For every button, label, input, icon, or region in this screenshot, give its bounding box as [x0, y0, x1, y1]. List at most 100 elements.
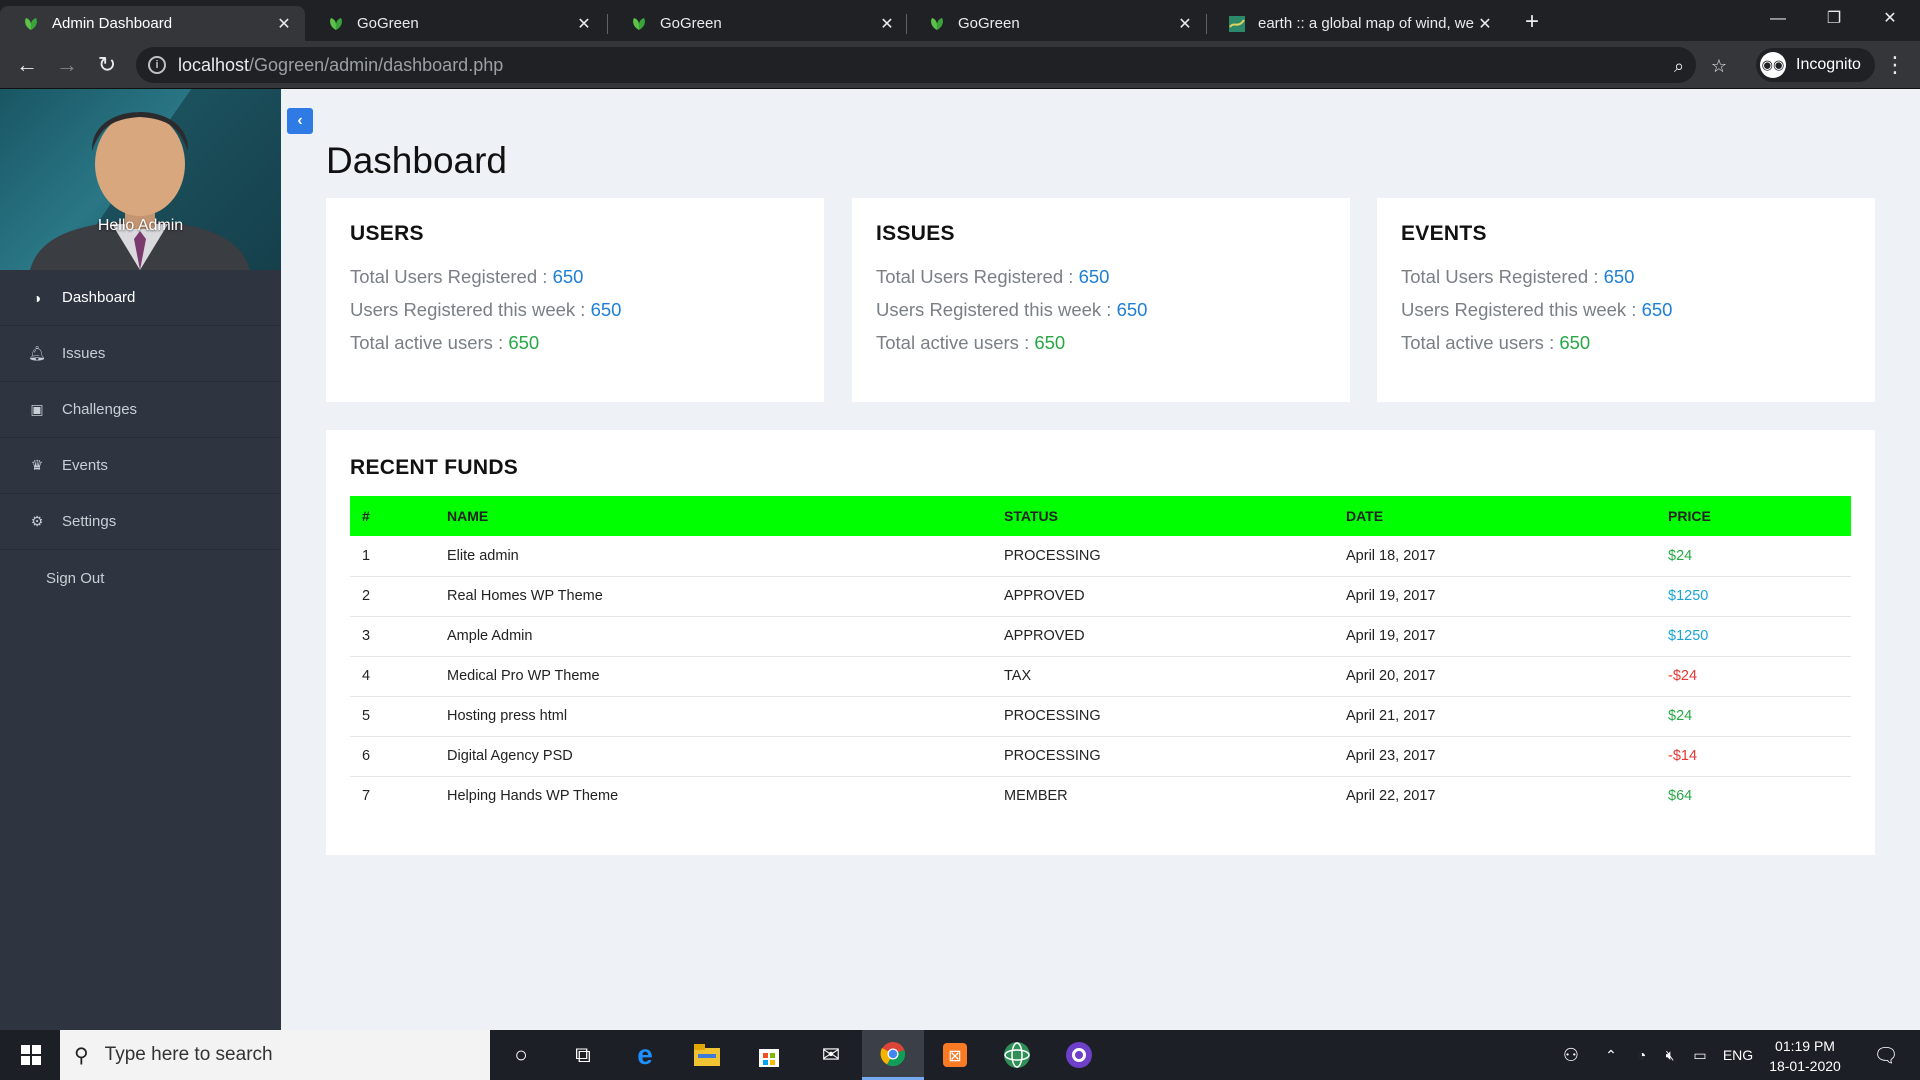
cell-number: 6 — [350, 736, 447, 777]
incognito-profile-button[interactable]: ◉◉ Incognito — [1756, 48, 1875, 82]
taskbar-search-box[interactable]: ⚲ Type here to search — [60, 1030, 490, 1080]
cell-date: April 18, 2017 — [1346, 536, 1668, 577]
windows-start-icon[interactable] — [0, 1030, 62, 1080]
cell-date: April 19, 2017 — [1346, 576, 1668, 617]
close-tab-icon[interactable]: ✕ — [878, 14, 896, 34]
close-tab-icon[interactable]: ✕ — [1476, 14, 1494, 34]
column-header-name: NAME — [447, 508, 489, 524]
column-header-date: DATE — [1346, 508, 1384, 524]
task-view-icon[interactable]: ⧉ — [552, 1030, 614, 1080]
language-indicator[interactable]: ENG — [1716, 1030, 1760, 1080]
atom-globe-icon[interactable] — [986, 1030, 1048, 1080]
sidebar-item-issues[interactable]: 🔔︎ Issues — [0, 326, 281, 382]
people-icon[interactable]: ⚇ — [1556, 1030, 1586, 1080]
cell-name: Elite admin — [447, 536, 1004, 577]
cell-name: Digital Agency PSD — [447, 736, 1004, 777]
issues-card: ISSUES Total Users Registered : 650 User… — [852, 198, 1350, 402]
cell-price: $1250 — [1668, 616, 1851, 657]
close-tab-icon[interactable]: ✕ — [1176, 14, 1194, 34]
cell-date: April 22, 2017 — [1346, 788, 1436, 805]
table-row: 6 Digital Agency PSD PROCESSING April 23, 2… — [350, 736, 1851, 777]
wifi-icon[interactable]: ◔ — [1628, 1030, 1656, 1080]
reload-icon[interactable]: ↻ — [92, 50, 122, 80]
cell-number: 1 — [350, 536, 447, 577]
show-hidden-icons-chevron-up-icon[interactable]: ⌃ — [1596, 1030, 1626, 1080]
edge-browser-icon[interactable]: e — [614, 1030, 676, 1080]
sidebar-item-challenges[interactable]: ▣ Challenges — [0, 382, 281, 438]
url-text[interactable]: localhost/Gogreen/admin/dashboard.php — [178, 55, 503, 76]
stat-week-users: Users Registered this week : 650 — [1401, 299, 1673, 320]
cell-date: April 23, 2017 — [1346, 736, 1668, 777]
close-window-button[interactable]: ✕ — [1862, 0, 1918, 38]
bell-icon: 🔔︎ — [28, 345, 46, 361]
system-clock[interactable]: 01:19 PM 18-01-2020 — [1760, 1036, 1850, 1076]
stat-value: 650 — [552, 266, 584, 287]
back-arrow-icon[interactable]: ← — [12, 50, 42, 80]
half-circle-icon: ◑ — [32, 289, 42, 306]
cortana-icon[interactable]: ○ — [490, 1030, 552, 1080]
stat-value: 650 — [1603, 266, 1635, 287]
store-icon[interactable] — [738, 1030, 800, 1080]
incognito-icon: ◉◉ — [1760, 52, 1786, 78]
collapse-sidebar-button[interactable]: ‹ — [287, 108, 313, 134]
table-row: 3 Ample Admin APPROVED April 19, 2017 $1250 — [350, 616, 1851, 657]
sidebar-item-events[interactable]: ♛ Events — [0, 438, 281, 494]
tab-title: GoGreen — [660, 15, 722, 32]
windows-taskbar: ⚲ Type here to search ○ ⧉ e ✉ ⊠ ⚇ ⌃ ◔ 🔇︎… — [0, 1030, 1920, 1080]
section-title: RECENT FUNDS — [350, 456, 519, 479]
restore-button[interactable]: ❐ — [1806, 0, 1862, 38]
funds-table-body: 1 Elite admin PROCESSING April 18, 2017 $24 2… — [350, 536, 1851, 816]
table-row: 1 Elite admin PROCESSING April 18, 2017 $24 — [350, 536, 1851, 577]
close-tab-icon[interactable]: ✕ — [275, 14, 293, 34]
card-title: EVENTS — [1401, 222, 1487, 245]
trophy-icon: ♛ — [30, 457, 44, 473]
more-menu-icon[interactable]: ⋮ — [1880, 50, 1910, 80]
sidebar-item-label: Challenges — [62, 401, 138, 418]
file-explorer-icon[interactable] — [676, 1030, 738, 1080]
minimize-button[interactable]: — — [1750, 0, 1806, 38]
table-row: 4 Medical Pro WP Theme TAX April 20, 2017 -$… — [350, 656, 1851, 697]
github-desktop-icon[interactable] — [1048, 1030, 1110, 1080]
site-info-icon[interactable]: i — [148, 56, 166, 74]
cell-status: MEMBER — [1004, 788, 1068, 805]
stat-value: 650 — [508, 332, 540, 353]
cell-number: 7 — [362, 788, 371, 805]
notifications-icon[interactable]: 🗨︎ — [1866, 1030, 1906, 1080]
sidebar-item-dashboard[interactable]: ◑ Dashboard — [0, 270, 281, 326]
users-card: USERS Total Users Registered : 650 Users… — [326, 198, 824, 402]
clock-time: 01:19 PM — [1775, 1038, 1835, 1054]
xampp-icon[interactable]: ⊠ — [924, 1030, 986, 1080]
cell-status: PROCESSING — [1004, 736, 1346, 777]
tab-gogreen-1[interactable]: GoGreen ✕ — [305, 6, 605, 41]
tab-gogreen-2[interactable]: GoGreen ✕ — [608, 6, 908, 41]
close-tab-icon[interactable]: ✕ — [575, 14, 593, 34]
cell-date: April 20, 2017 — [1346, 656, 1668, 697]
sidebar-item-label: Sign Out — [46, 569, 105, 587]
cell-price: $24 — [1668, 696, 1851, 737]
cell-name: Ample Admin — [447, 616, 1004, 657]
cell-price: $1250 — [1668, 576, 1851, 617]
cell-price: $24 — [1668, 536, 1851, 577]
battery-icon[interactable]: ▭ — [1686, 1030, 1714, 1080]
address-bar[interactable]: i localhost/Gogreen/admin/dashboard.php … — [136, 47, 1727, 83]
bookmark-star-icon[interactable]: ☆ — [1706, 53, 1732, 79]
cell-date: April 21, 2017 — [1346, 696, 1668, 737]
tab-admin-dashboard[interactable]: Admin Dashboard ✕ — [0, 6, 305, 41]
sidebar-item-label: Issues — [62, 345, 106, 362]
zoom-icon[interactable]: ⌕ — [1666, 53, 1692, 79]
chrome-icon[interactable] — [862, 1030, 924, 1080]
cell-number: 5 — [350, 696, 447, 737]
tab-earth-map[interactable]: earth :: a global map of wind, we ✕ — [1206, 6, 1506, 41]
sidebar-item-settings[interactable]: ⚙ Settings — [0, 494, 281, 550]
volume-muted-icon[interactable]: 🔇︎ — [1656, 1030, 1684, 1080]
mail-icon[interactable]: ✉ — [800, 1030, 862, 1080]
leaf-icon — [931, 17, 943, 30]
cell-name: Medical Pro WP Theme — [447, 656, 1004, 697]
recent-funds-panel: RECENT FUNDS # NAME STATUS DATE PRICE 1E… — [326, 430, 1875, 855]
cell-number: 3 — [350, 616, 447, 657]
cell-status: PROCESSING — [1004, 696, 1346, 737]
tab-gogreen-3[interactable]: GoGreen ✕ — [906, 6, 1206, 41]
sidebar-item-sign-out[interactable]: Sign Out — [0, 550, 281, 606]
forward-arrow-icon[interactable]: → — [52, 50, 82, 80]
new-tab-button[interactable]: + — [1517, 8, 1547, 38]
